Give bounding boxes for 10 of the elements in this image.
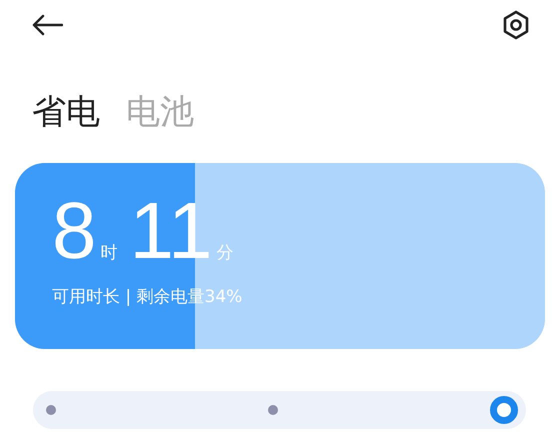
- back-icon[interactable]: [31, 14, 63, 36]
- settings-icon[interactable]: [502, 10, 530, 40]
- hours-unit: 时: [100, 242, 118, 264]
- tab[interactable]: 省电: [32, 92, 100, 133]
- minutes-unit: 分: [216, 242, 234, 264]
- slider-stop[interactable]: [268, 404, 278, 415]
- hours-value: 8: [52, 190, 96, 271]
- mode-slider[interactable]: [33, 390, 526, 429]
- slider-stop[interactable]: [490, 396, 518, 424]
- slider-stop[interactable]: [46, 404, 56, 415]
